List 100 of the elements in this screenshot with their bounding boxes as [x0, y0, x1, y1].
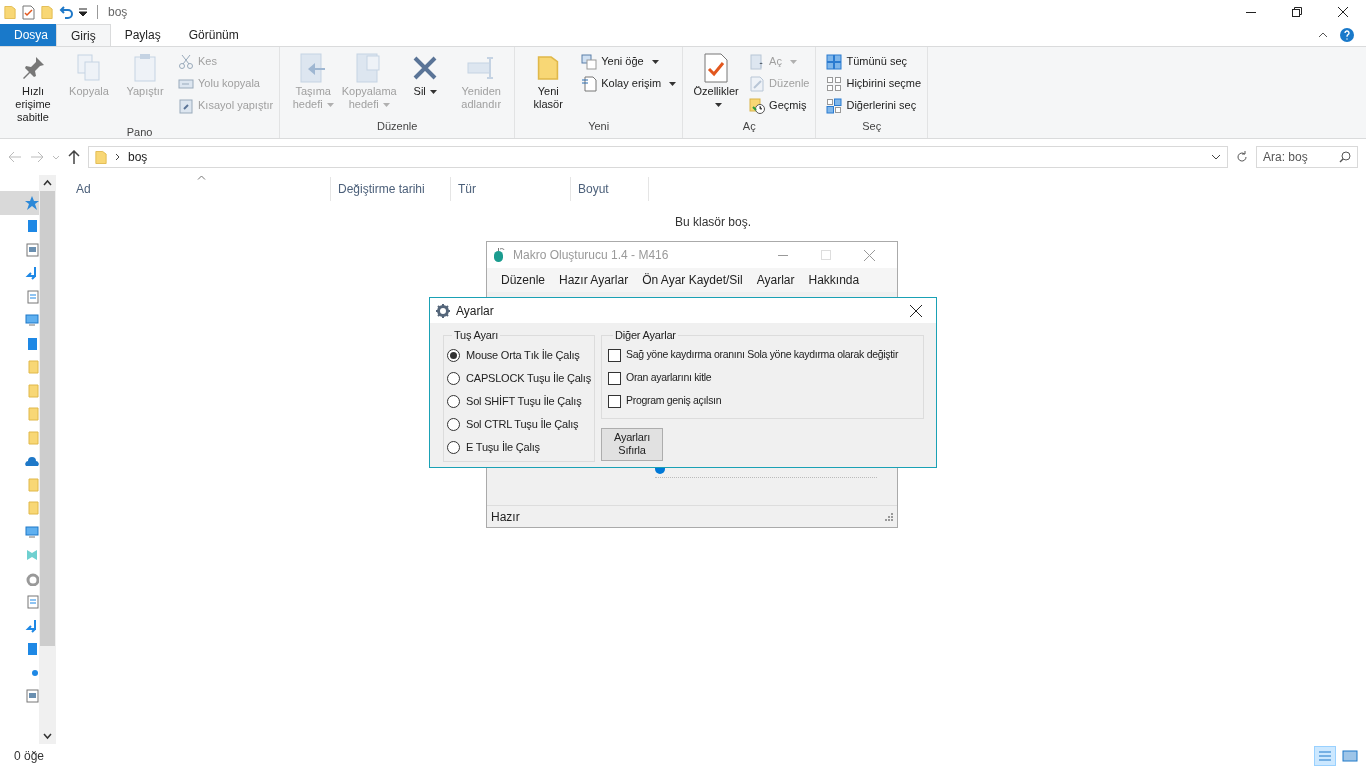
caret-icon	[326, 103, 334, 108]
library-icon	[25, 548, 40, 563]
history-icon	[749, 97, 766, 114]
forward-icon[interactable]	[30, 151, 44, 163]
ribbon-button[interactable]: Yeni öğe	[581, 53, 677, 70]
radio-button[interactable]	[447, 348, 460, 362]
paste-shortcut-icon	[178, 97, 194, 114]
edit-icon	[749, 75, 766, 92]
ribbon-tab[interactable]: Giriş	[56, 24, 111, 46]
help-icon[interactable]	[1340, 28, 1354, 42]
menu-item[interactable]: Hazır Ayarlar	[553, 271, 635, 289]
menu-item[interactable]: Hakkında	[802, 271, 866, 289]
radio-option[interactable]: Sol SHİFT Tuşu İle Çalış	[447, 389, 591, 413]
group-label: Düzenle	[376, 118, 419, 134]
column-header[interactable]: Ad	[56, 177, 331, 201]
dot-icon	[32, 669, 39, 676]
ribbon-button[interactable]: Kolay erişim	[581, 75, 677, 92]
menu-item[interactable]: Düzenle	[495, 271, 552, 289]
radio-button[interactable]	[447, 371, 460, 385]
resize-grip-icon[interactable]	[884, 512, 893, 521]
group-label: Seç	[861, 118, 883, 134]
close-icon	[910, 304, 922, 317]
minimize-button[interactable]	[778, 254, 788, 256]
ribbon-button[interactable]: Yeni klasör	[521, 51, 576, 118]
new-item-icon	[581, 53, 598, 70]
scissors-icon	[178, 53, 194, 70]
document-icon	[25, 289, 40, 304]
customize-icon[interactable]	[79, 8, 87, 16]
scrollbar[interactable]	[39, 175, 55, 744]
ribbon-button[interactable]: Diğerlerini seç	[826, 97, 922, 114]
search-field[interactable]: Ara: boş	[1256, 146, 1358, 168]
gear-icon	[436, 303, 450, 318]
ribbon-button[interactable]: Özellikler	[689, 51, 744, 118]
back-icon[interactable]	[8, 151, 22, 163]
radio-option[interactable]: E Tuşu İle Çalış	[447, 435, 591, 459]
details-view-icon[interactable]	[1314, 746, 1336, 766]
radio-option[interactable]: CAPSLOCK Tuşu İle Çalış	[447, 366, 591, 390]
menu-item[interactable]: Ön Ayar Kaydet/Sil	[636, 271, 749, 289]
group-label: Tuş Ayarı	[453, 328, 500, 343]
column-header[interactable]: Değiştirme tarihi	[331, 177, 451, 201]
folder-icon	[25, 477, 40, 492]
group-label: Aç	[741, 118, 757, 134]
picture-icon	[25, 242, 40, 257]
radio-button[interactable]	[447, 417, 460, 431]
ribbon-button[interactable]: Geçmiş	[749, 97, 810, 114]
folder-icon	[25, 501, 40, 516]
ribbon-tab[interactable]: Dosya	[0, 24, 56, 46]
refresh-icon[interactable]	[1236, 151, 1248, 163]
ribbon-button[interactable]: Tümünü seç	[826, 53, 922, 70]
dialog-title: Ayarlar	[456, 302, 494, 320]
document-icon	[25, 595, 40, 610]
checkbox[interactable]	[608, 394, 621, 408]
status-text: Hazır	[491, 508, 520, 526]
properties-icon[interactable]	[22, 4, 35, 20]
radio-button[interactable]	[447, 440, 460, 454]
checkbox-option[interactable]: Oran ayarlarını kitle	[608, 366, 917, 390]
close-icon	[1338, 7, 1348, 17]
checkbox-option[interactable]: Sağ yöne kaydırma oranını Sola yöne kaydırma olarak değiştir	[608, 343, 917, 367]
close-button[interactable]	[910, 304, 922, 317]
address-field[interactable]: boş	[88, 146, 1228, 168]
search-icon	[1339, 151, 1351, 163]
undo-icon[interactable]	[59, 5, 73, 19]
ribbon-button[interactable]: Hiçbirini seçme	[826, 75, 922, 92]
recent-icon[interactable]	[52, 154, 60, 160]
select-all-icon	[826, 53, 843, 70]
mouse-icon	[493, 248, 505, 262]
up-icon[interactable]	[68, 150, 80, 164]
empty-message: Bu klasör boş.	[674, 214, 751, 231]
folder-icon	[25, 360, 40, 375]
column-header[interactable]: Boyut	[571, 177, 649, 201]
caret-icon	[429, 90, 437, 95]
radio-option[interactable]: Mouse Orta Tık İle Çalış	[447, 343, 591, 367]
checkbox[interactable]	[608, 371, 621, 385]
caret-icon	[651, 59, 659, 64]
column-header[interactable]: Tür	[451, 177, 571, 201]
cloud-icon	[25, 454, 40, 469]
folder-icon	[537, 54, 560, 82]
ribbon-tab[interactable]: Görünüm	[174, 24, 253, 46]
device-icon	[25, 336, 40, 351]
ribbon-button[interactable]: Sil	[398, 51, 453, 118]
open-icon	[749, 53, 766, 70]
monitor-icon	[25, 524, 40, 539]
menu-item[interactable]: Ayarlar	[750, 271, 801, 289]
ribbon-button[interactable]: Hızlı erişime sabitle	[6, 51, 60, 124]
checkbox[interactable]	[608, 348, 621, 362]
clipboard-icon	[133, 53, 157, 83]
chevron-icon	[115, 153, 120, 161]
group-label: Pano	[125, 125, 154, 140]
monitor-icon	[25, 313, 40, 328]
dropdown-icon[interactable]	[1211, 154, 1221, 160]
radio-option[interactable]: Sol CTRL Tuşu İle Çalış	[447, 412, 591, 436]
checkbox-option[interactable]: Program geniş açılsın	[608, 389, 917, 413]
collapse-icon[interactable]	[1318, 32, 1328, 38]
radio-button[interactable]	[447, 394, 460, 408]
caret-icon	[669, 81, 677, 86]
sort-icon	[197, 175, 206, 180]
properties-icon	[704, 53, 729, 83]
scroll-thumb[interactable]	[39, 191, 55, 646]
reset-button[interactable]: Ayarları Sıfırla	[601, 427, 663, 461]
ribbon-tab[interactable]: Paylaş	[110, 24, 175, 46]
